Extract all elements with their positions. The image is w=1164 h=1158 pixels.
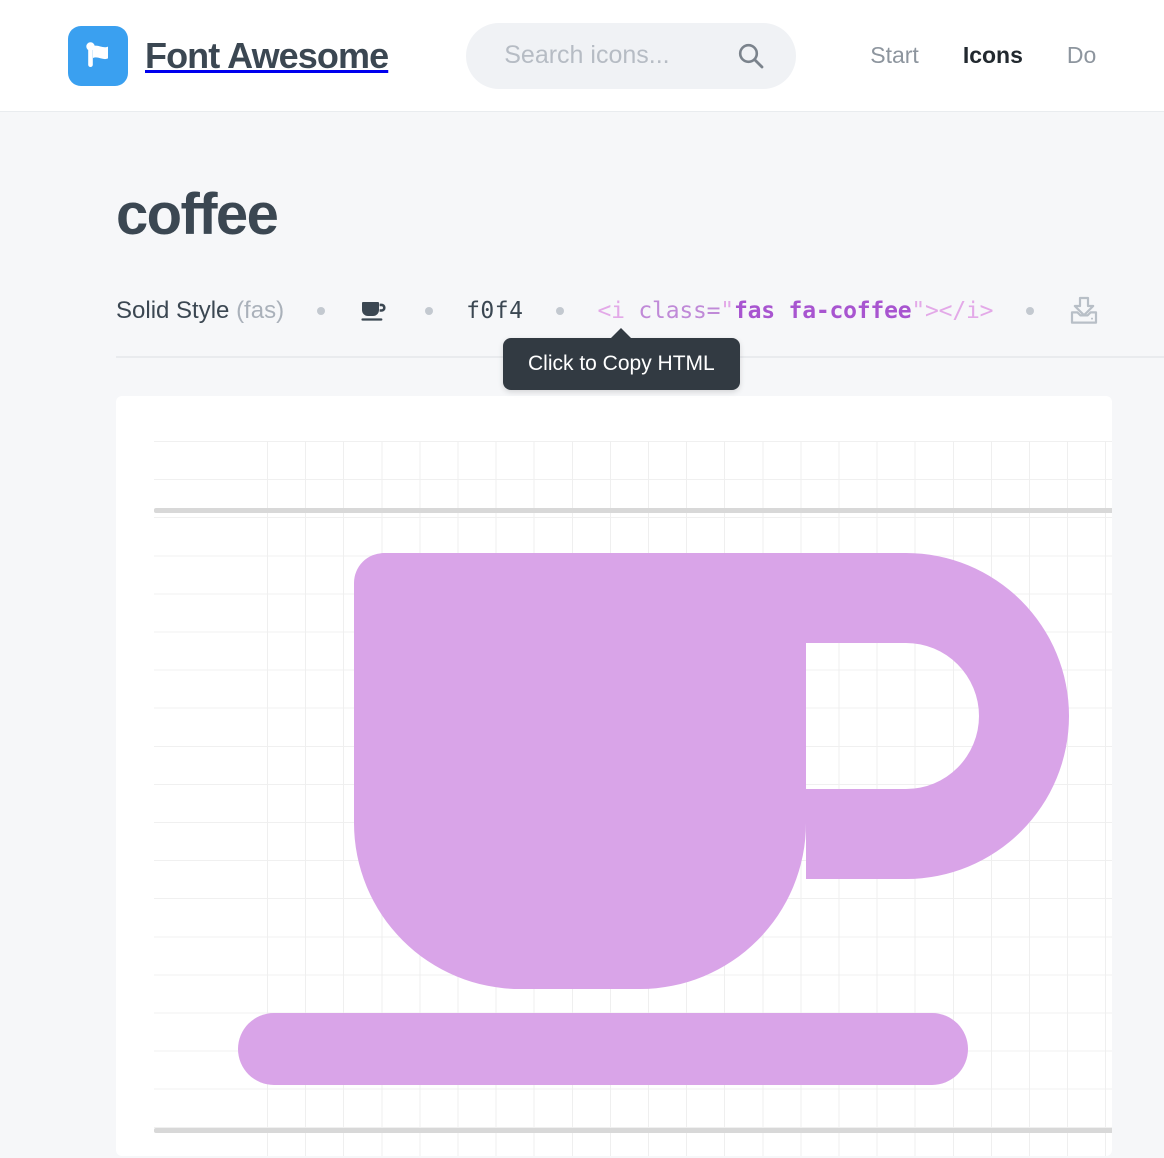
snippet-close-punct: ></i> xyxy=(925,298,993,324)
icon-detail-page: coffee Solid Style (fas) f0f4 <i class="… xyxy=(0,186,1164,1156)
unicode-value: f0f4 xyxy=(466,298,523,324)
flag-icon xyxy=(68,26,128,86)
snippet-quote-close: " xyxy=(911,298,925,324)
snippet-class-value: fas fa-coffee xyxy=(734,298,911,324)
separator-dot xyxy=(1026,307,1034,315)
separator-dot xyxy=(425,307,433,315)
baseline-line xyxy=(154,1128,1112,1133)
nav-item-icons[interactable]: Icons xyxy=(963,42,1023,69)
icon-preview-canvas xyxy=(116,396,1112,1156)
inbox-download-icon[interactable] xyxy=(1067,294,1101,328)
brand-name: Font Awesome xyxy=(145,35,388,77)
snippet-attr-name: class= xyxy=(638,298,720,324)
nav-item-start[interactable]: Start xyxy=(870,42,919,69)
copy-html-snippet-button[interactable]: <i class="fas fa-coffee"></i> xyxy=(597,298,993,324)
copy-html-tooltip: Click to Copy HTML xyxy=(503,338,740,390)
style-prefix: (fas) xyxy=(236,297,284,324)
separator-dot xyxy=(556,307,564,315)
search-input[interactable] xyxy=(504,41,730,70)
page-title: coffee xyxy=(116,186,1164,244)
site-header: Font Awesome Start Icons Do xyxy=(0,0,1164,112)
separator-dot xyxy=(317,307,325,315)
cap-height-line xyxy=(154,508,1112,513)
brand-logo-link[interactable]: Font Awesome xyxy=(68,26,388,86)
style-name: Solid Style xyxy=(116,297,229,324)
nav-item-docs[interactable]: Do xyxy=(1067,42,1096,69)
icon-style-label: Solid Style (fas) xyxy=(116,297,284,325)
snippet-quote-open: " xyxy=(720,298,734,324)
main-nav: Start Icons Do xyxy=(870,42,1096,69)
search-icon[interactable] xyxy=(736,41,766,71)
icon-meta-row: Solid Style (fas) f0f4 <i class="fas fa-… xyxy=(116,294,1164,328)
grid-vertical-lines xyxy=(267,441,1112,1156)
coffee-glyph-icon xyxy=(358,294,392,328)
search-box[interactable] xyxy=(466,23,796,89)
snippet-open-punct: <i xyxy=(597,298,638,324)
